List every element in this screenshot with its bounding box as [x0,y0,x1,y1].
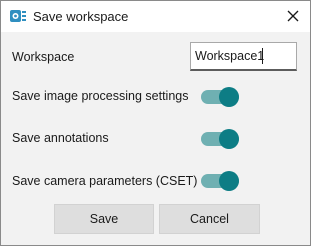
toggle-knob [219,129,239,149]
camera-parameters-toggle[interactable] [201,171,239,191]
title-bar: Save workspace [1,1,310,32]
workspace-label: Workspace [12,50,75,64]
image-processing-toggle[interactable] [201,87,239,107]
close-icon[interactable] [282,5,304,27]
app-gear-icon [10,10,26,22]
workspace-name-input[interactable] [190,42,297,71]
dialog-content: Workspace Save image processing settings… [1,32,310,245]
cancel-button[interactable]: Cancel [159,204,260,234]
toggle-knob [219,87,239,107]
save-workspace-dialog: Save workspace Workspace Save image proc… [0,0,311,246]
toggle-knob [219,171,239,191]
text-caret [262,48,263,64]
annotations-label: Save annotations [12,131,109,145]
image-processing-label: Save image processing settings [12,89,189,103]
window-title: Save workspace [33,9,129,24]
camera-parameters-label: Save camera parameters (CSET) [12,174,198,188]
annotations-toggle[interactable] [201,129,239,149]
save-button[interactable]: Save [54,204,154,234]
